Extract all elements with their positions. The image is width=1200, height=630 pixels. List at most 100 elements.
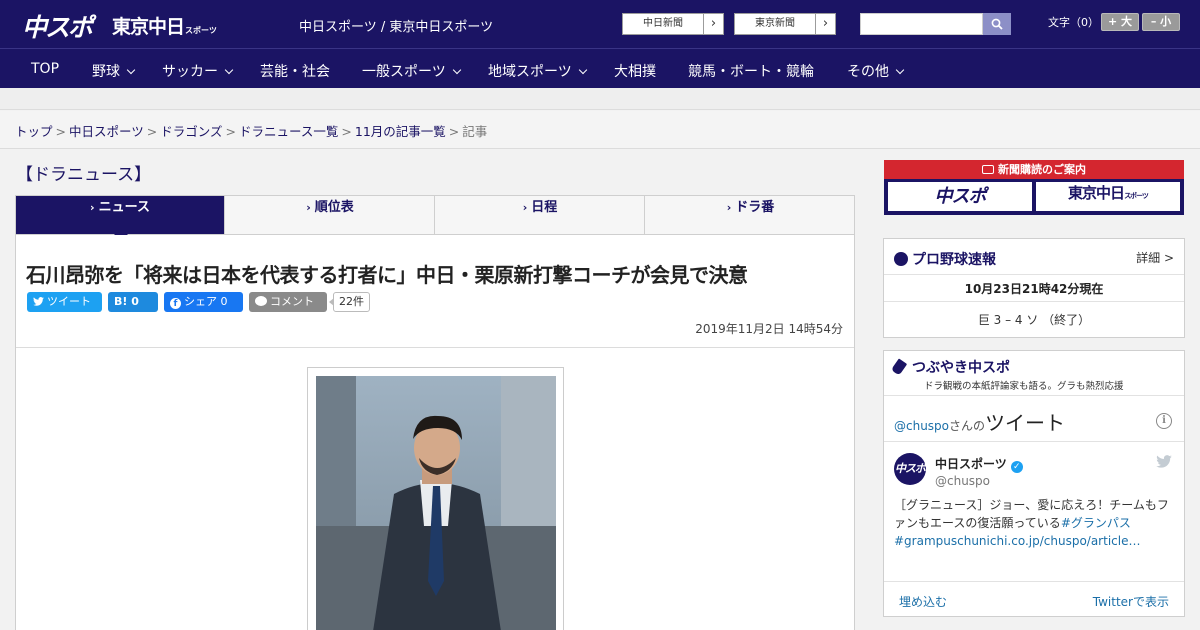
divider (884, 301, 1184, 302)
breadcrumb-link-november[interactable]: 11月の記事一覧 (355, 124, 446, 139)
view-on-twitter-link[interactable]: Twitterで表示 (1093, 593, 1169, 610)
article-headline: 石川昂弥を「将来は日本を代表する打者に」中日・栗原新打撃コーチが会見で決意 (26, 263, 748, 287)
nav-item-label: 地域スポーツ (488, 64, 572, 80)
chevron-down-icon (126, 65, 136, 75)
info-icon[interactable]: i (1156, 413, 1172, 429)
facebook-share-label: シェア 0 (184, 295, 228, 308)
subscription-banner[interactable]: 新聞購読のご案内 中スポ 東京中日スポーツ (884, 160, 1184, 215)
tweet-url-link[interactable]: #grampuschunichi.co.jp/chuspo/article… (894, 534, 1140, 548)
game-score[interactable]: 巨 3 – 4 ソ （終了） (884, 311, 1184, 328)
nav-item-label: 野球 (92, 64, 120, 80)
tab-label: 日程 (531, 200, 558, 215)
hashtag-link[interactable]: #グランパス (1061, 516, 1131, 530)
nav-item-racing[interactable]: 競馬・ボート・競輪 (688, 61, 814, 81)
chunichi-shimbun-label: 中日新聞 (643, 18, 683, 29)
subscription-heading: 新聞購読のご案内 (884, 160, 1184, 179)
chevron-down-icon (452, 65, 461, 75)
baseball-icon (894, 252, 908, 266)
nav-item-label: 一般スポーツ (362, 64, 446, 80)
chuspo-logo[interactable]: 中スポ (22, 8, 93, 44)
facebook-share-button[interactable]: f シェア 0 (164, 292, 243, 312)
nav-item-entertainment[interactable]: 芸能・社会 (260, 61, 330, 81)
handle-link[interactable]: @chuspo (894, 419, 949, 433)
breadcrumb-link-dora-news[interactable]: ドラニュース一覧 (239, 124, 338, 139)
tokyo-shimbun-button[interactable]: 東京新聞 › (734, 13, 836, 35)
chevron-right-icon: › (726, 201, 732, 214)
tokyo-chunichi-logo-text: 東京中日 (112, 16, 185, 38)
tab-label: ニュース (98, 200, 150, 215)
search-input[interactable] (860, 13, 983, 35)
breadcrumb-link-chunichi-sports[interactable]: 中日スポーツ (69, 124, 144, 139)
newspaper-icon (982, 165, 994, 174)
hatena-bookmark-button[interactable]: B! 0 (108, 292, 158, 312)
section-tabs: › ニュース › 順位表 › 日程 › ドラ番 (15, 195, 855, 241)
tweet-author-text: 中日スポーツ (935, 457, 1007, 471)
font-size-label: 文字（0） (1048, 16, 1099, 29)
tweet-label: ツイート (47, 295, 91, 308)
tweet-button[interactable]: ツイート (27, 292, 102, 312)
nav-item-other[interactable]: その他 (847, 61, 905, 81)
handle-suffix: さんの (949, 419, 986, 433)
breadcrumb-link-top[interactable]: トップ (15, 124, 53, 139)
article: 石川昂弥を「将来は日本を代表する打者に」中日・栗原新打撃コーチが会見で決意 ツイ… (15, 235, 855, 630)
chevron-right-icon: › (815, 14, 835, 34)
twitter-bird-icon[interactable] (1156, 455, 1172, 468)
divider (884, 274, 1184, 275)
tab-news[interactable]: › ニュース (16, 196, 225, 241)
tweet-author-handle[interactable]: @chuspo (935, 474, 990, 488)
breadcrumb-separator: > (225, 124, 236, 139)
search-button[interactable] (983, 13, 1011, 35)
font-smaller-button[interactable]: – 小 (1142, 13, 1180, 31)
top-header: 中スポ 東京中日スポーツ 中日スポーツ / 東京中日スポーツ 中日新聞 › 東京… (0, 0, 1200, 48)
tokyo-chunichi-logo[interactable]: 東京中日スポーツ (112, 12, 217, 39)
divider (884, 441, 1184, 442)
nav-item-label: その他 (847, 64, 889, 80)
article-photo-frame (307, 367, 564, 630)
site-links[interactable]: 中日スポーツ / 東京中日スポーツ (299, 16, 493, 35)
tweet-author-name[interactable]: 中日スポーツ ✓ (935, 455, 1023, 473)
subscribe-chuspo-logo[interactable]: 中スポ (888, 182, 1032, 211)
tab-standings[interactable]: › 順位表 (226, 196, 435, 234)
nav-item-general-sports[interactable]: 一般スポーツ (362, 61, 461, 81)
nav-item-local-sports[interactable]: 地域スポーツ (488, 61, 587, 81)
publish-date: 2019年11月2日 14時54分 (695, 322, 843, 336)
speech-bubble-icon (255, 296, 267, 306)
search-icon (991, 18, 1003, 30)
chevron-right-icon: › (90, 201, 95, 214)
tab-schedule[interactable]: › 日程 (436, 196, 645, 234)
comment-button[interactable]: コメント (249, 292, 327, 312)
twitter-widget: つぶやき中スポ ドラ観戦の本紙評論家も語る。グラも熱烈応援 @chuspoさんの… (883, 350, 1185, 617)
subscribe-tokyo-logo-small: スポーツ (1124, 192, 1149, 200)
tokyo-shimbun-label: 東京新聞 (755, 18, 795, 29)
nav-item-sumo[interactable]: 大相撲 (614, 61, 656, 81)
comment-count-badge[interactable]: 22件 (329, 292, 370, 312)
chunichi-shimbun-button[interactable]: 中日新聞 › (622, 13, 724, 35)
chevron-right-icon: › (306, 201, 311, 214)
widget-title: つぶやき中スポ (890, 357, 1010, 377)
nav-item-label: TOP (31, 61, 60, 77)
nav-item-label: 芸能・社会 (260, 64, 330, 80)
avatar[interactable]: 中スポ (894, 453, 926, 485)
breadcrumb-separator: > (448, 124, 460, 139)
tweets-heading-text: ツイート (985, 411, 1066, 435)
nav-item-soccer[interactable]: サッカー (162, 61, 234, 81)
tweets-heading: @chuspoさんのツイート (894, 407, 1065, 436)
breadcrumb-link-dragons[interactable]: ドラゴンズ (160, 124, 222, 139)
tweet-text: ［グラニュース］ジョー、愛に応えろ！チームもファンもエースの復活願っている#グラ… (894, 496, 1179, 550)
nav-item-baseball[interactable]: 野球 (92, 61, 136, 81)
nav-item-top[interactable]: TOP (31, 61, 59, 77)
chevron-down-icon (224, 65, 234, 75)
chevron-down-icon (578, 65, 587, 75)
main-nav: TOP 野球 サッカー 芸能・社会 一般スポーツ 地域スポーツ 大相撲 競馬・ボ… (0, 48, 1200, 88)
font-larger-button[interactable]: + 大 (1101, 13, 1139, 31)
subscription-heading-text: 新聞購読のご案内 (998, 163, 1086, 176)
chevron-right-icon: › (703, 14, 723, 34)
tab-dora-ban[interactable]: › ドラ番 (646, 196, 855, 234)
article-photo[interactable] (316, 376, 556, 630)
details-link[interactable]: 詳細 > (1136, 249, 1174, 266)
breadcrumb-bar: トップ > 中日スポーツ > ドラゴンズ > ドラニュース一覧 >11月の記事一覧 > 記事 (0, 111, 1200, 149)
widget-title-text: プロ野球速報 (912, 252, 996, 268)
subscribe-tokyo-chunichi-logo[interactable]: 東京中日スポーツ (1036, 182, 1180, 211)
embed-link[interactable]: 埋め込む (899, 593, 947, 610)
tokyo-chunichi-logo-small: スポーツ (185, 26, 217, 35)
